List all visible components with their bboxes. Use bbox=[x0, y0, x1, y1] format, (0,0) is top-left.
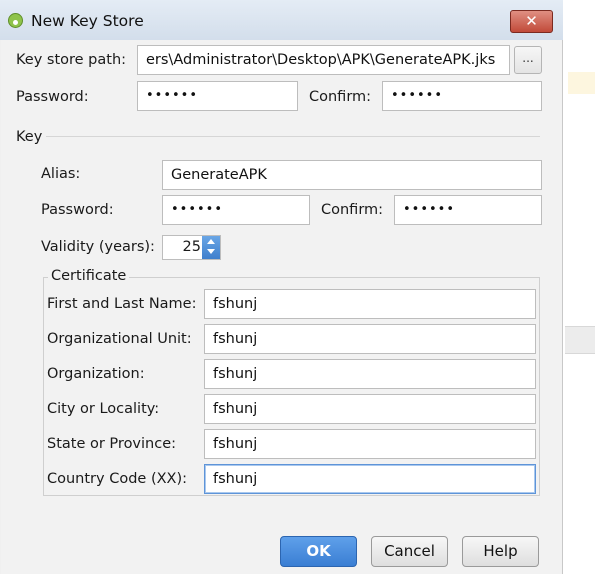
keystore-password-label: Password: bbox=[16, 89, 89, 105]
city-locality-label: City or Locality: bbox=[47, 401, 160, 417]
title-bar[interactable]: New Key Store ✕ bbox=[0, 0, 563, 40]
key-password-input[interactable]: •••••• bbox=[162, 195, 310, 225]
ok-button[interactable]: OK bbox=[280, 536, 357, 567]
close-button[interactable]: ✕ bbox=[510, 10, 553, 33]
alias-label: Alias: bbox=[41, 166, 81, 182]
cancel-button[interactable]: Cancel bbox=[371, 536, 448, 567]
background-window-strip bbox=[563, 0, 595, 574]
organization-label: Organization: bbox=[47, 366, 145, 382]
state-province-input[interactable]: fshunj bbox=[204, 429, 536, 459]
keystore-password-input[interactable]: •••••• bbox=[137, 81, 298, 111]
validity-spinner[interactable]: 25 bbox=[162, 235, 221, 260]
alias-input[interactable]: GenerateAPK bbox=[162, 160, 542, 190]
background-highlight bbox=[568, 72, 595, 94]
key-section-label: Key bbox=[16, 129, 43, 145]
key-section-divider bbox=[46, 136, 540, 137]
organizational-unit-label: Organizational Unit: bbox=[47, 331, 192, 347]
country-code-label: Country Code (XX): bbox=[47, 471, 188, 487]
key-confirm-input[interactable]: •••••• bbox=[394, 195, 542, 225]
spinner-up-icon[interactable] bbox=[207, 239, 215, 244]
background-panel-edge bbox=[565, 326, 595, 354]
help-button[interactable]: Help bbox=[462, 536, 539, 567]
first-last-name-input[interactable]: fshunj bbox=[204, 289, 536, 319]
key-store-path-input[interactable]: ers\Administrator\Desktop\APK\GenerateAP… bbox=[137, 45, 510, 75]
validity-value[interactable]: 25 bbox=[163, 236, 201, 259]
key-confirm-label: Confirm: bbox=[321, 202, 384, 218]
keystore-confirm-label: Confirm: bbox=[309, 89, 372, 105]
state-province-label: State or Province: bbox=[47, 436, 177, 452]
first-last-name-label: First and Last Name: bbox=[47, 296, 197, 312]
key-store-path-label: Key store path: bbox=[16, 52, 127, 68]
city-locality-input[interactable]: fshunj bbox=[204, 394, 536, 424]
android-studio-icon bbox=[8, 13, 23, 28]
spinner-arrows[interactable] bbox=[202, 236, 220, 259]
dialog-title: New Key Store bbox=[31, 12, 144, 30]
country-code-input[interactable]: fshunj bbox=[204, 464, 536, 494]
validity-label: Validity (years): bbox=[41, 239, 155, 255]
browse-button[interactable]: ... bbox=[514, 46, 542, 74]
organization-input[interactable]: fshunj bbox=[204, 359, 536, 389]
organizational-unit-input[interactable]: fshunj bbox=[204, 324, 536, 354]
new-key-store-dialog: New Key Store ✕ Key store path: ers\Admi… bbox=[0, 0, 563, 574]
keystore-confirm-input[interactable]: •••••• bbox=[382, 81, 542, 111]
key-password-label: Password: bbox=[41, 202, 114, 218]
certificate-section-label: Certificate bbox=[48, 268, 130, 284]
spinner-down-icon[interactable] bbox=[207, 249, 215, 254]
